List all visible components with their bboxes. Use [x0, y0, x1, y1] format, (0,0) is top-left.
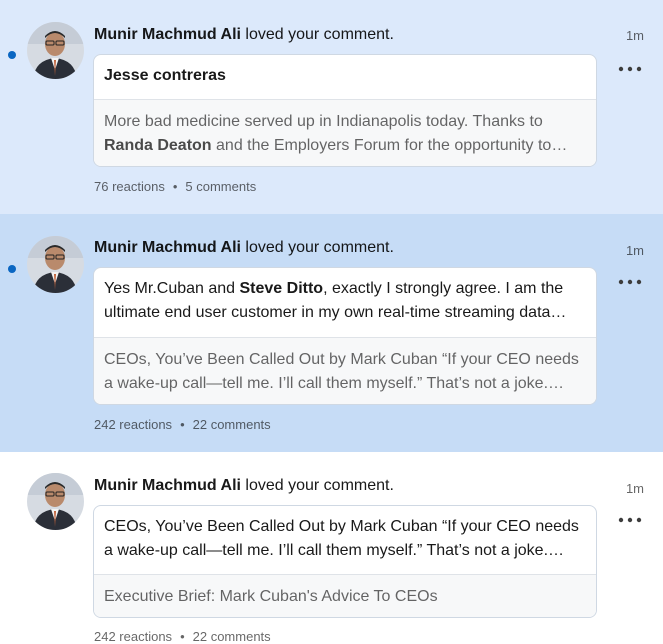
actor-name[interactable]: Munir Machmud Ali	[94, 26, 241, 43]
comments-count[interactable]: 22 comments	[193, 417, 271, 432]
profile-photo-icon	[27, 236, 84, 293]
comment-card[interactable]: CEOs, You’ve Been Called Out by Mark Cub…	[93, 505, 597, 618]
action-text: loved your comment.	[240, 26, 394, 43]
separator: •	[180, 629, 185, 644]
notification-headline[interactable]: Munir Machmud Ali loved your comment.	[94, 238, 394, 258]
action-text: loved your comment.	[240, 477, 394, 494]
notification-item[interactable]: Munir Machmud Ali loved your comment. 1m…	[0, 452, 663, 644]
timestamp: 1m	[625, 243, 644, 258]
avatar[interactable]	[27, 236, 84, 293]
notification-item[interactable]: Munir Machmud Ali loved your comment. 1m…	[0, 0, 663, 214]
engagement-stats: 76 reactions • 5 comments	[94, 179, 256, 194]
timestamp: 1m	[625, 28, 644, 43]
action-text: loved your comment.	[240, 239, 394, 256]
post-preview: More bad medicine served up in Indianapo…	[94, 99, 596, 166]
more-options-icon	[618, 279, 642, 285]
more-options-button[interactable]	[617, 513, 643, 527]
reactions-count[interactable]: 242 reactions	[94, 629, 172, 644]
comments-count[interactable]: 5 comments	[185, 179, 256, 194]
more-options-button[interactable]	[617, 62, 643, 76]
engagement-stats: 242 reactions • 22 comments	[94, 417, 271, 432]
notification-headline[interactable]: Munir Machmud Ali loved your comment.	[94, 25, 394, 45]
comment-card[interactable]: Yes Mr.Cuban and Steve Ditto, exactly I …	[93, 267, 597, 405]
reactions-count[interactable]: 76 reactions	[94, 179, 165, 194]
profile-photo-icon	[27, 22, 84, 79]
avatar[interactable]	[27, 22, 84, 79]
separator: •	[172, 179, 178, 194]
unread-dot-icon	[8, 265, 16, 273]
actor-name[interactable]: Munir Machmud Ali	[94, 239, 241, 256]
more-options-button[interactable]	[617, 275, 643, 289]
notifications-feed: Munir Machmud Ali loved your comment. 1m…	[0, 0, 663, 644]
timestamp: 1m	[625, 481, 644, 496]
mention-link[interactable]: Steve Ditto	[240, 280, 324, 297]
engagement-stats: 242 reactions • 22 comments	[94, 629, 271, 644]
post-preview: Executive Brief: Mark Cuban's Advice To …	[94, 574, 596, 617]
reactions-count[interactable]: 242 reactions	[94, 417, 172, 432]
comments-count[interactable]: 22 comments	[193, 629, 271, 644]
more-options-icon	[618, 66, 642, 72]
separator: •	[180, 417, 185, 432]
profile-photo-icon	[27, 473, 84, 530]
more-options-icon	[618, 517, 642, 523]
comment-card[interactable]: Jesse contreras More bad medicine served…	[93, 54, 597, 167]
comment-text: Yes Mr.Cuban and Steve Ditto, exactly I …	[104, 280, 564, 321]
avatar[interactable]	[27, 473, 84, 530]
mention-link[interactable]: Randa Deaton	[104, 137, 212, 154]
comment-text: Jesse contreras	[104, 67, 226, 84]
unread-dot-icon	[8, 51, 16, 59]
post-preview: CEOs, You’ve Been Called Out by Mark Cub…	[94, 337, 596, 404]
actor-name[interactable]: Munir Machmud Ali	[94, 477, 241, 494]
notification-headline[interactable]: Munir Machmud Ali loved your comment.	[94, 476, 394, 496]
comment-text: CEOs, You’ve Been Called Out by Mark Cub…	[104, 518, 579, 559]
notification-item[interactable]: Munir Machmud Ali loved your comment. 1m…	[0, 214, 663, 452]
